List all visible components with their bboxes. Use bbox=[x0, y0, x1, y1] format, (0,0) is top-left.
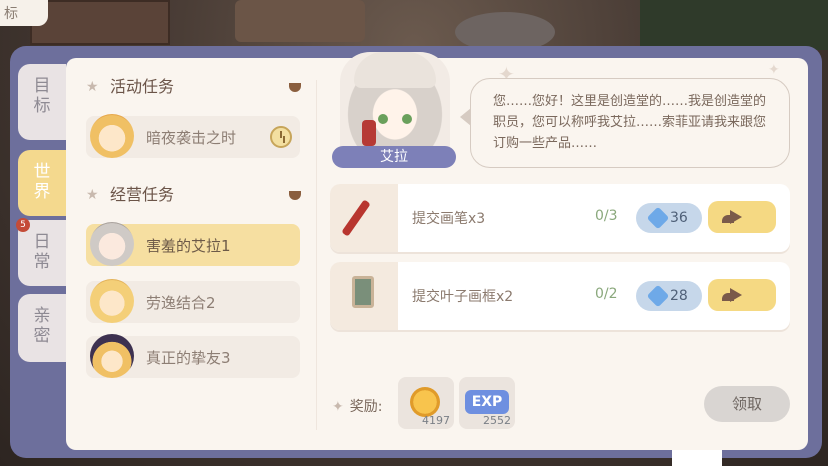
request-name: 提交叶子画框x2 bbox=[412, 289, 514, 305]
claim-button[interactable]: 领取 bbox=[704, 386, 790, 422]
task-item-night-raid[interactable]: 暗夜袭击之时 bbox=[86, 114, 300, 158]
tab-target[interactable]: 目标 bbox=[18, 64, 66, 140]
tab-intimate[interactable]: 亲密 bbox=[18, 294, 66, 362]
forward-arrow-icon bbox=[730, 210, 742, 224]
collapse-bowl-icon bbox=[289, 191, 301, 200]
activity-section-header[interactable]: ★ 活动任务 bbox=[86, 76, 301, 98]
npc-name-tag: 艾拉 bbox=[332, 146, 456, 168]
reward-exp-amount: 2552 bbox=[483, 414, 511, 427]
task-item-work-rest[interactable]: 劳逸结合2 bbox=[86, 279, 300, 323]
task-label: 真正的挚友3 bbox=[146, 349, 231, 367]
reward-coin[interactable]: 4197 bbox=[398, 377, 454, 429]
npc-portrait bbox=[340, 52, 450, 156]
task-item-shy-aila[interactable]: 害羞的艾拉1 bbox=[86, 222, 300, 266]
reward-label: ✦ 奖励: bbox=[332, 396, 382, 416]
background-plants bbox=[640, 0, 828, 50]
activity-section-title: 活动任务 bbox=[110, 77, 175, 96]
sparkle-icon: ✦ bbox=[332, 399, 344, 415]
background-cabinet bbox=[235, 0, 365, 42]
clock-icon bbox=[270, 126, 292, 148]
npc-red-hood bbox=[362, 120, 376, 146]
task-label: 害羞的艾拉1 bbox=[146, 237, 231, 255]
gem-cost-value: 28 bbox=[670, 288, 688, 304]
gem-icon bbox=[646, 284, 670, 308]
bottom-edge-element bbox=[672, 450, 722, 466]
gem-icon bbox=[646, 206, 670, 230]
go-button[interactable] bbox=[708, 201, 776, 233]
tab-intimate-label: 亲密 bbox=[33, 306, 51, 346]
paintbrush-icon bbox=[341, 199, 371, 237]
task-label: 暗夜袭击之时 bbox=[146, 129, 237, 147]
business-section-header[interactable]: ★ 经营任务 bbox=[86, 184, 301, 206]
witch-girl-avatar bbox=[90, 334, 134, 378]
reward-coin-amount: 4197 bbox=[422, 414, 450, 427]
request-item-slot bbox=[330, 262, 398, 330]
task-label: 劳逸结合2 bbox=[146, 294, 216, 312]
exp-icon: EXP bbox=[465, 390, 509, 414]
request-row: 提交叶子画框x2 0/2 28 bbox=[330, 262, 790, 330]
gem-cost-button[interactable]: 28 bbox=[636, 281, 702, 311]
gem-cost-button[interactable]: 36 bbox=[636, 203, 702, 233]
request-progress: 0/3 bbox=[595, 208, 618, 224]
npc-eye bbox=[378, 114, 388, 124]
npc-hat bbox=[354, 52, 436, 88]
blonde-girl-avatar bbox=[90, 279, 134, 323]
daily-notification-badge: 5 bbox=[16, 218, 30, 232]
npc-eye bbox=[402, 114, 412, 124]
task-item-true-friend[interactable]: 真正的挚友3 bbox=[86, 334, 300, 378]
reward-exp[interactable]: EXP 2552 bbox=[459, 377, 515, 429]
request-row: 提交画笔x3 0/3 36 bbox=[330, 184, 790, 252]
sparkle-icon: ✦ bbox=[768, 62, 780, 78]
tab-world-label: 世界 bbox=[33, 162, 51, 202]
business-section-title: 经营任务 bbox=[110, 185, 175, 204]
forward-arrow-icon bbox=[730, 288, 742, 302]
collapse-bowl-icon bbox=[289, 83, 301, 92]
leaf-frame-icon bbox=[352, 276, 374, 308]
npc-dialogue-bubble: 您……您好！这里是创造堂的……我是创造堂的职员，您可以称呼我艾拉……索菲亚请我来… bbox=[470, 78, 790, 168]
request-item-slot bbox=[330, 184, 398, 252]
reward-label-text: 奖励: bbox=[349, 399, 383, 415]
tab-world[interactable]: 世界 bbox=[18, 150, 66, 216]
column-divider bbox=[316, 80, 317, 430]
gem-cost-value: 36 bbox=[670, 210, 688, 226]
tab-target-label: 目标 bbox=[33, 76, 51, 116]
star-icon: ★ bbox=[86, 187, 99, 203]
star-icon: ★ bbox=[86, 79, 99, 95]
top-left-tab-label: 标 bbox=[4, 6, 18, 22]
request-progress: 0/2 bbox=[595, 286, 618, 302]
background-bookshelf bbox=[30, 0, 170, 45]
request-name: 提交画笔x3 bbox=[412, 211, 486, 227]
tab-daily-label: 日常 bbox=[33, 232, 51, 272]
go-button[interactable] bbox=[708, 279, 776, 311]
top-left-tab[interactable]: 标 bbox=[0, 0, 48, 26]
grey-hair-girl-avatar bbox=[90, 222, 134, 266]
blonde-girl-avatar bbox=[90, 114, 134, 158]
gold-coin-icon bbox=[410, 387, 440, 417]
